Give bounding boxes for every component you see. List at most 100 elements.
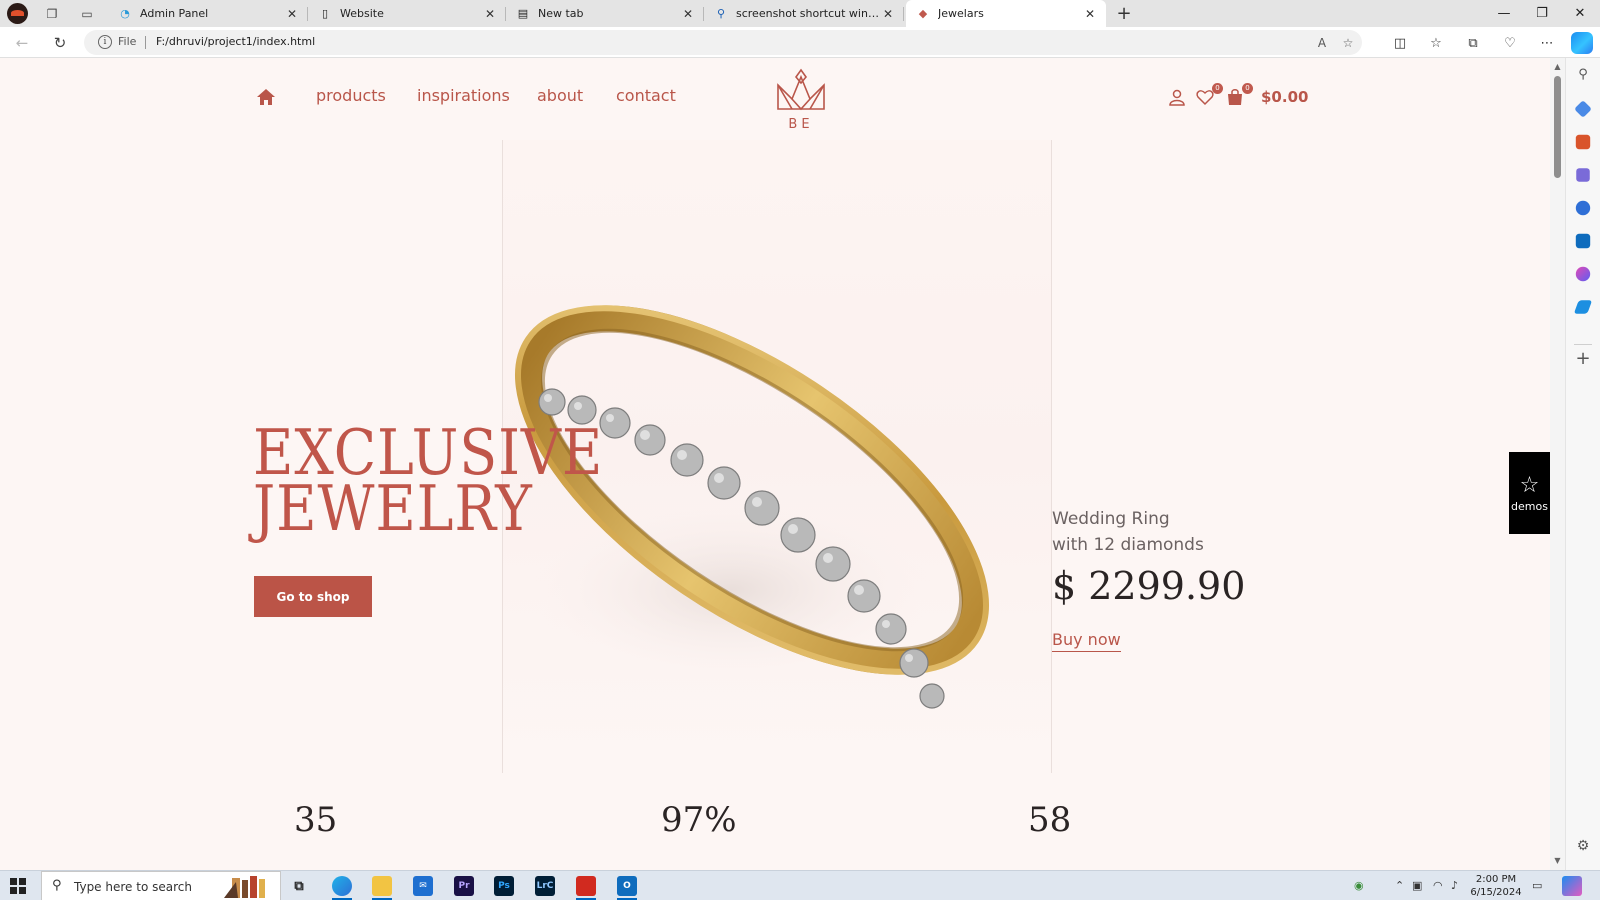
- edge-admin-icon: ◔: [120, 7, 130, 20]
- weather-tray-icon[interactable]: ◉: [1354, 879, 1364, 892]
- wifi-icon[interactable]: ◠: [1433, 879, 1443, 892]
- clock-time: 2:00 PM: [1475, 874, 1517, 885]
- star-icon: ☆: [1519, 472, 1540, 498]
- stat-value: 97%: [661, 800, 737, 840]
- newtab-icon: ▤: [517, 7, 529, 20]
- sidebar-drop-icon[interactable]: [1573, 300, 1593, 314]
- minimize-icon[interactable]: —: [1485, 0, 1523, 27]
- split-screen-icon[interactable]: ◫: [1388, 32, 1412, 54]
- acrobat-icon[interactable]: [576, 876, 596, 896]
- demos-label: demos: [1511, 499, 1548, 513]
- mail-icon[interactable]: ✉: [413, 876, 433, 896]
- refresh-icon[interactable]: ↻: [48, 31, 72, 55]
- collections-icon[interactable]: ⧉: [1461, 32, 1485, 54]
- tab-new-tab[interactable]: ▤ New tab ✕: [506, 0, 704, 27]
- scroll-down-icon[interactable]: ▼: [1553, 856, 1562, 865]
- product-name-line-2: with 12 diamonds: [1052, 535, 1204, 555]
- stat-value: 35: [294, 800, 338, 840]
- network-monitor-icon[interactable]: ▣: [1412, 879, 1422, 892]
- scheme-label: File: [118, 35, 137, 48]
- wishlist-count-badge: 0: [1212, 83, 1223, 94]
- cart-bag-icon[interactable]: [1226, 88, 1244, 106]
- info-icon[interactable]: i: [98, 35, 112, 49]
- hero-title: EXCLUSIVE JEWELRY: [253, 421, 603, 545]
- sidebar-designer-icon[interactable]: [1575, 266, 1591, 282]
- address-bar[interactable]: i File F:/dhruvi/project1/index.html A ☆: [84, 30, 1362, 55]
- restore-icon[interactable]: ❐: [1523, 0, 1561, 27]
- account-icon[interactable]: [1168, 88, 1186, 106]
- task-view-icon[interactable]: ⧉: [289, 876, 309, 896]
- show-hidden-icons-icon[interactable]: ⌃: [1395, 879, 1404, 892]
- url-text[interactable]: F:/dhruvi/project1/index.html: [156, 35, 315, 48]
- wishlist-heart-icon[interactable]: [1196, 88, 1214, 106]
- new-tab-button[interactable]: +: [1112, 2, 1136, 24]
- premiere-pro-icon[interactable]: Pr: [454, 876, 474, 896]
- edge-sidebar: ⚲ + ⚙: [1565, 58, 1600, 870]
- search-highlight-art-icon: [224, 876, 265, 898]
- close-tab-icon[interactable]: ✕: [880, 7, 896, 21]
- nav-contact[interactable]: contact: [616, 86, 676, 105]
- windows-taskbar: ⚲ Type here to search ⧉ ✉ Pr Ps LrC O ◉ …: [0, 870, 1600, 900]
- nav-inspirations[interactable]: inspirations: [417, 86, 510, 105]
- sidebar-divider: [1574, 344, 1592, 345]
- file-explorer-icon[interactable]: [372, 876, 392, 896]
- close-tab-icon[interactable]: ✕: [1082, 7, 1098, 21]
- sidebar-shopping-icon[interactable]: [1574, 100, 1592, 118]
- go-to-shop-button[interactable]: Go to shop: [254, 576, 372, 617]
- cart-total[interactable]: $0.00: [1261, 88, 1308, 106]
- product-name: Wedding Ring with 12 diamonds: [1052, 506, 1204, 558]
- lightroom-classic-icon[interactable]: LrC: [535, 876, 555, 896]
- close-tab-icon[interactable]: ✕: [284, 7, 300, 21]
- browser-essentials-icon[interactable]: ♡: [1498, 32, 1522, 54]
- taskbar-clock[interactable]: 2:00 PM 6/15/2024: [1468, 873, 1524, 899]
- photoshop-icon[interactable]: Ps: [494, 876, 514, 896]
- close-window-icon[interactable]: ✕: [1561, 0, 1599, 27]
- sidebar-settings-icon[interactable]: ⚙: [1574, 838, 1592, 854]
- cart-count-badge: 0: [1242, 83, 1253, 94]
- close-tab-icon[interactable]: ✕: [680, 7, 696, 21]
- copilot-icon[interactable]: [1571, 32, 1593, 54]
- scroll-thumb[interactable]: [1554, 76, 1561, 178]
- nav-about[interactable]: about: [537, 86, 583, 105]
- notifications-icon[interactable]: ▭: [1532, 879, 1542, 892]
- tab-admin-panel[interactable]: ◔ Admin Panel ✕: [108, 0, 308, 27]
- product-price: $ 2299.90: [1052, 564, 1246, 608]
- close-tab-icon[interactable]: ✕: [482, 7, 498, 21]
- tab-jewelars[interactable]: ◆ Jewelars ✕: [906, 0, 1106, 27]
- back-icon[interactable]: ←: [10, 31, 34, 55]
- home-icon[interactable]: [256, 88, 276, 106]
- sidebar-search-icon[interactable]: ⚲: [1574, 67, 1592, 85]
- search-icon: ⚲: [52, 878, 62, 893]
- profile-avatar[interactable]: [7, 3, 28, 24]
- tab-actions-icon[interactable]: ▭: [76, 3, 98, 25]
- read-aloud-icon[interactable]: A: [1313, 34, 1331, 52]
- stat-value: 58: [1028, 800, 1072, 840]
- tab-website[interactable]: ▯ Website ✕: [308, 0, 506, 27]
- more-menu-icon[interactable]: ⋯: [1535, 32, 1559, 54]
- edge-taskbar-icon[interactable]: [332, 876, 352, 896]
- page-scrollbar[interactable]: ▲ ▼: [1550, 58, 1565, 870]
- buy-now-link[interactable]: Buy now: [1052, 630, 1121, 652]
- hero-title-line-2: JEWELRY: [253, 472, 533, 545]
- page-viewport: products inspirations about contact BE 0…: [0, 58, 1550, 870]
- scroll-up-icon[interactable]: ▲: [1553, 62, 1562, 71]
- demos-button[interactable]: ☆ demos: [1509, 452, 1550, 534]
- favorites-icon[interactable]: ☆: [1424, 32, 1448, 54]
- sidebar-games-icon[interactable]: [1576, 168, 1590, 182]
- nav-products[interactable]: products: [316, 86, 386, 105]
- sidebar-tools-icon[interactable]: [1575, 134, 1591, 150]
- favorite-star-icon[interactable]: ☆: [1339, 34, 1357, 52]
- search-placeholder: Type here to search: [74, 880, 192, 894]
- outlook-taskbar-icon[interactable]: O: [617, 876, 637, 896]
- sidebar-outlook-icon[interactable]: [1575, 233, 1591, 249]
- hero-divider-right: [1051, 140, 1052, 773]
- sidebar-add-icon[interactable]: +: [1574, 350, 1592, 368]
- sidebar-m365-icon[interactable]: [1575, 200, 1591, 216]
- taskbar-search-box[interactable]: ⚲ Type here to search: [41, 871, 281, 900]
- volume-icon[interactable]: ♪: [1451, 879, 1458, 892]
- windows-start-icon[interactable]: [10, 878, 26, 894]
- browser-title-bar: ❐ ▭ ◔ Admin Panel ✕ ▯ Website ✕ ▤ New ta…: [0, 0, 1600, 27]
- workspaces-icon[interactable]: ❐: [41, 3, 63, 25]
- tab-screenshot-search[interactable]: ⚲ screenshot shortcut windows 10 ✕: [704, 0, 904, 27]
- copilot-taskbar-icon[interactable]: [1562, 876, 1582, 896]
